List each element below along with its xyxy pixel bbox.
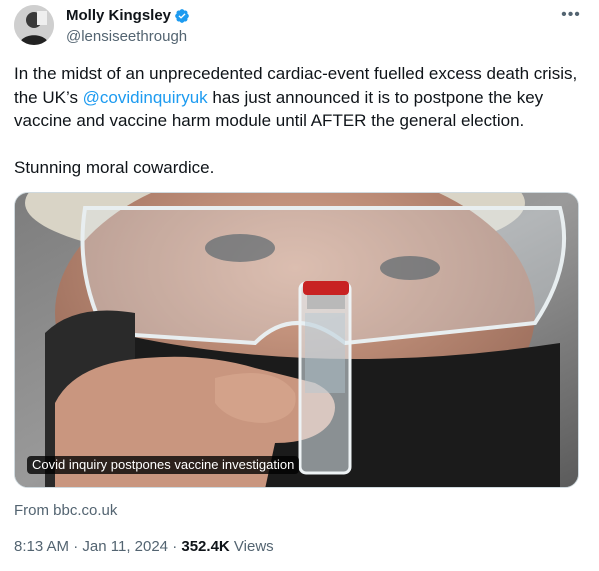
author-handle[interactable]: @lensiseethrough — [66, 27, 187, 47]
tweet-time[interactable]: 8:13 AM — [14, 538, 69, 555]
avatar[interactable] — [14, 5, 54, 45]
views-count: 352.4K — [181, 538, 230, 555]
link-card-image[interactable]: Covid inquiry postpones vaccine investig… — [14, 192, 579, 488]
verified-badge-icon — [175, 9, 189, 23]
image-caption: Covid inquiry postpones vaccine investig… — [27, 456, 300, 474]
meta-separator: · — [172, 538, 178, 555]
tweet-date[interactable]: Jan 11, 2024 — [82, 538, 168, 555]
tweet-text: In the midst of an unprecedented cardiac… — [14, 62, 584, 179]
meta-separator: · — [73, 538, 79, 555]
link-source[interactable]: From bbc.co.uk — [14, 501, 117, 521]
profile-photo-icon — [14, 5, 54, 45]
views-label: Views — [233, 538, 274, 555]
vaccine-vial-photo — [15, 193, 578, 487]
tweet-meta: 8:13 AM · Jan 11, 2024 · 352.4K Views — [14, 537, 274, 557]
author-name[interactable]: Molly Kingsley — [66, 6, 171, 26]
mention-link[interactable]: @covidinquiryuk — [83, 88, 208, 107]
more-options-icon[interactable]: ••• — [560, 5, 582, 25]
tweet-text-part3: Stunning moral cowardice. — [14, 157, 215, 177]
